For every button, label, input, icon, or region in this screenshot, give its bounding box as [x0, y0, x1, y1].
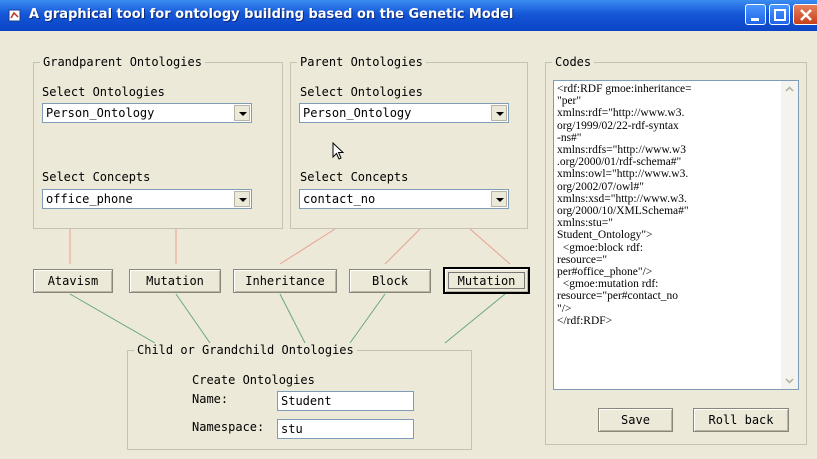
grandparent-ontology-select[interactable]: Person_Ontology	[42, 103, 252, 123]
chevron-down-icon[interactable]	[491, 191, 507, 207]
mouse-cursor-icon	[332, 142, 345, 160]
name-label: Name:	[192, 392, 229, 406]
chevron-down-icon[interactable]	[234, 105, 250, 121]
grandparent-ontology-value: Person_Ontology	[46, 106, 155, 120]
grandparent-concept-select[interactable]: office_phone	[42, 189, 252, 209]
parent-ontology-select[interactable]: Person_Ontology	[299, 103, 509, 123]
namespace-label: Namespace:	[192, 420, 265, 434]
parent-legend: Parent Ontologies	[297, 55, 426, 69]
grandparent-legend: Grandparent Ontologies	[40, 55, 205, 69]
parent-select-ontologies-label: Select Ontologies	[300, 85, 423, 99]
mutation-button-1[interactable]: Mutation	[129, 269, 221, 293]
chevron-down-icon[interactable]	[491, 105, 507, 121]
parent-concept-select[interactable]: contact_no	[299, 189, 509, 209]
save-button[interactable]: Save	[598, 408, 673, 432]
atavism-button[interactable]: Atavism	[33, 269, 113, 293]
inheritance-button[interactable]: Inheritance	[233, 269, 337, 293]
rollback-button[interactable]: Roll back	[693, 408, 789, 432]
block-button[interactable]: Block	[349, 269, 431, 293]
child-legend: Child or Grandchild Ontologies	[134, 343, 357, 357]
parent-concept-value: contact_no	[303, 192, 376, 206]
codes-scrollbar[interactable]	[781, 81, 798, 389]
scroll-down-button[interactable]	[781, 372, 798, 389]
chevron-down-icon	[785, 378, 794, 384]
mutation-button-2[interactable]: Mutation	[443, 267, 530, 294]
grandparent-select-concepts-label: Select Concepts	[42, 170, 151, 184]
chevron-up-icon	[785, 86, 794, 92]
name-input[interactable]	[277, 391, 414, 411]
codes-textarea[interactable]: <rdf:RDF gmoe:inheritance= "per" xmlns:r…	[553, 80, 799, 390]
codes-text: <rdf:RDF gmoe:inheritance= "per" xmlns:r…	[557, 83, 692, 327]
parent-ontology-value: Person_Ontology	[303, 106, 412, 120]
parent-select-concepts-label: Select Concepts	[300, 170, 409, 184]
grandparent-concept-value: office_phone	[46, 192, 133, 206]
chevron-down-icon[interactable]	[234, 191, 250, 207]
scroll-up-button[interactable]	[781, 81, 798, 98]
namespace-input[interactable]	[277, 419, 414, 439]
grandparent-select-ontologies-label: Select Ontologies	[42, 85, 165, 99]
codes-legend: Codes	[552, 55, 595, 69]
create-ontologies-label: Create Ontologies	[192, 373, 315, 387]
